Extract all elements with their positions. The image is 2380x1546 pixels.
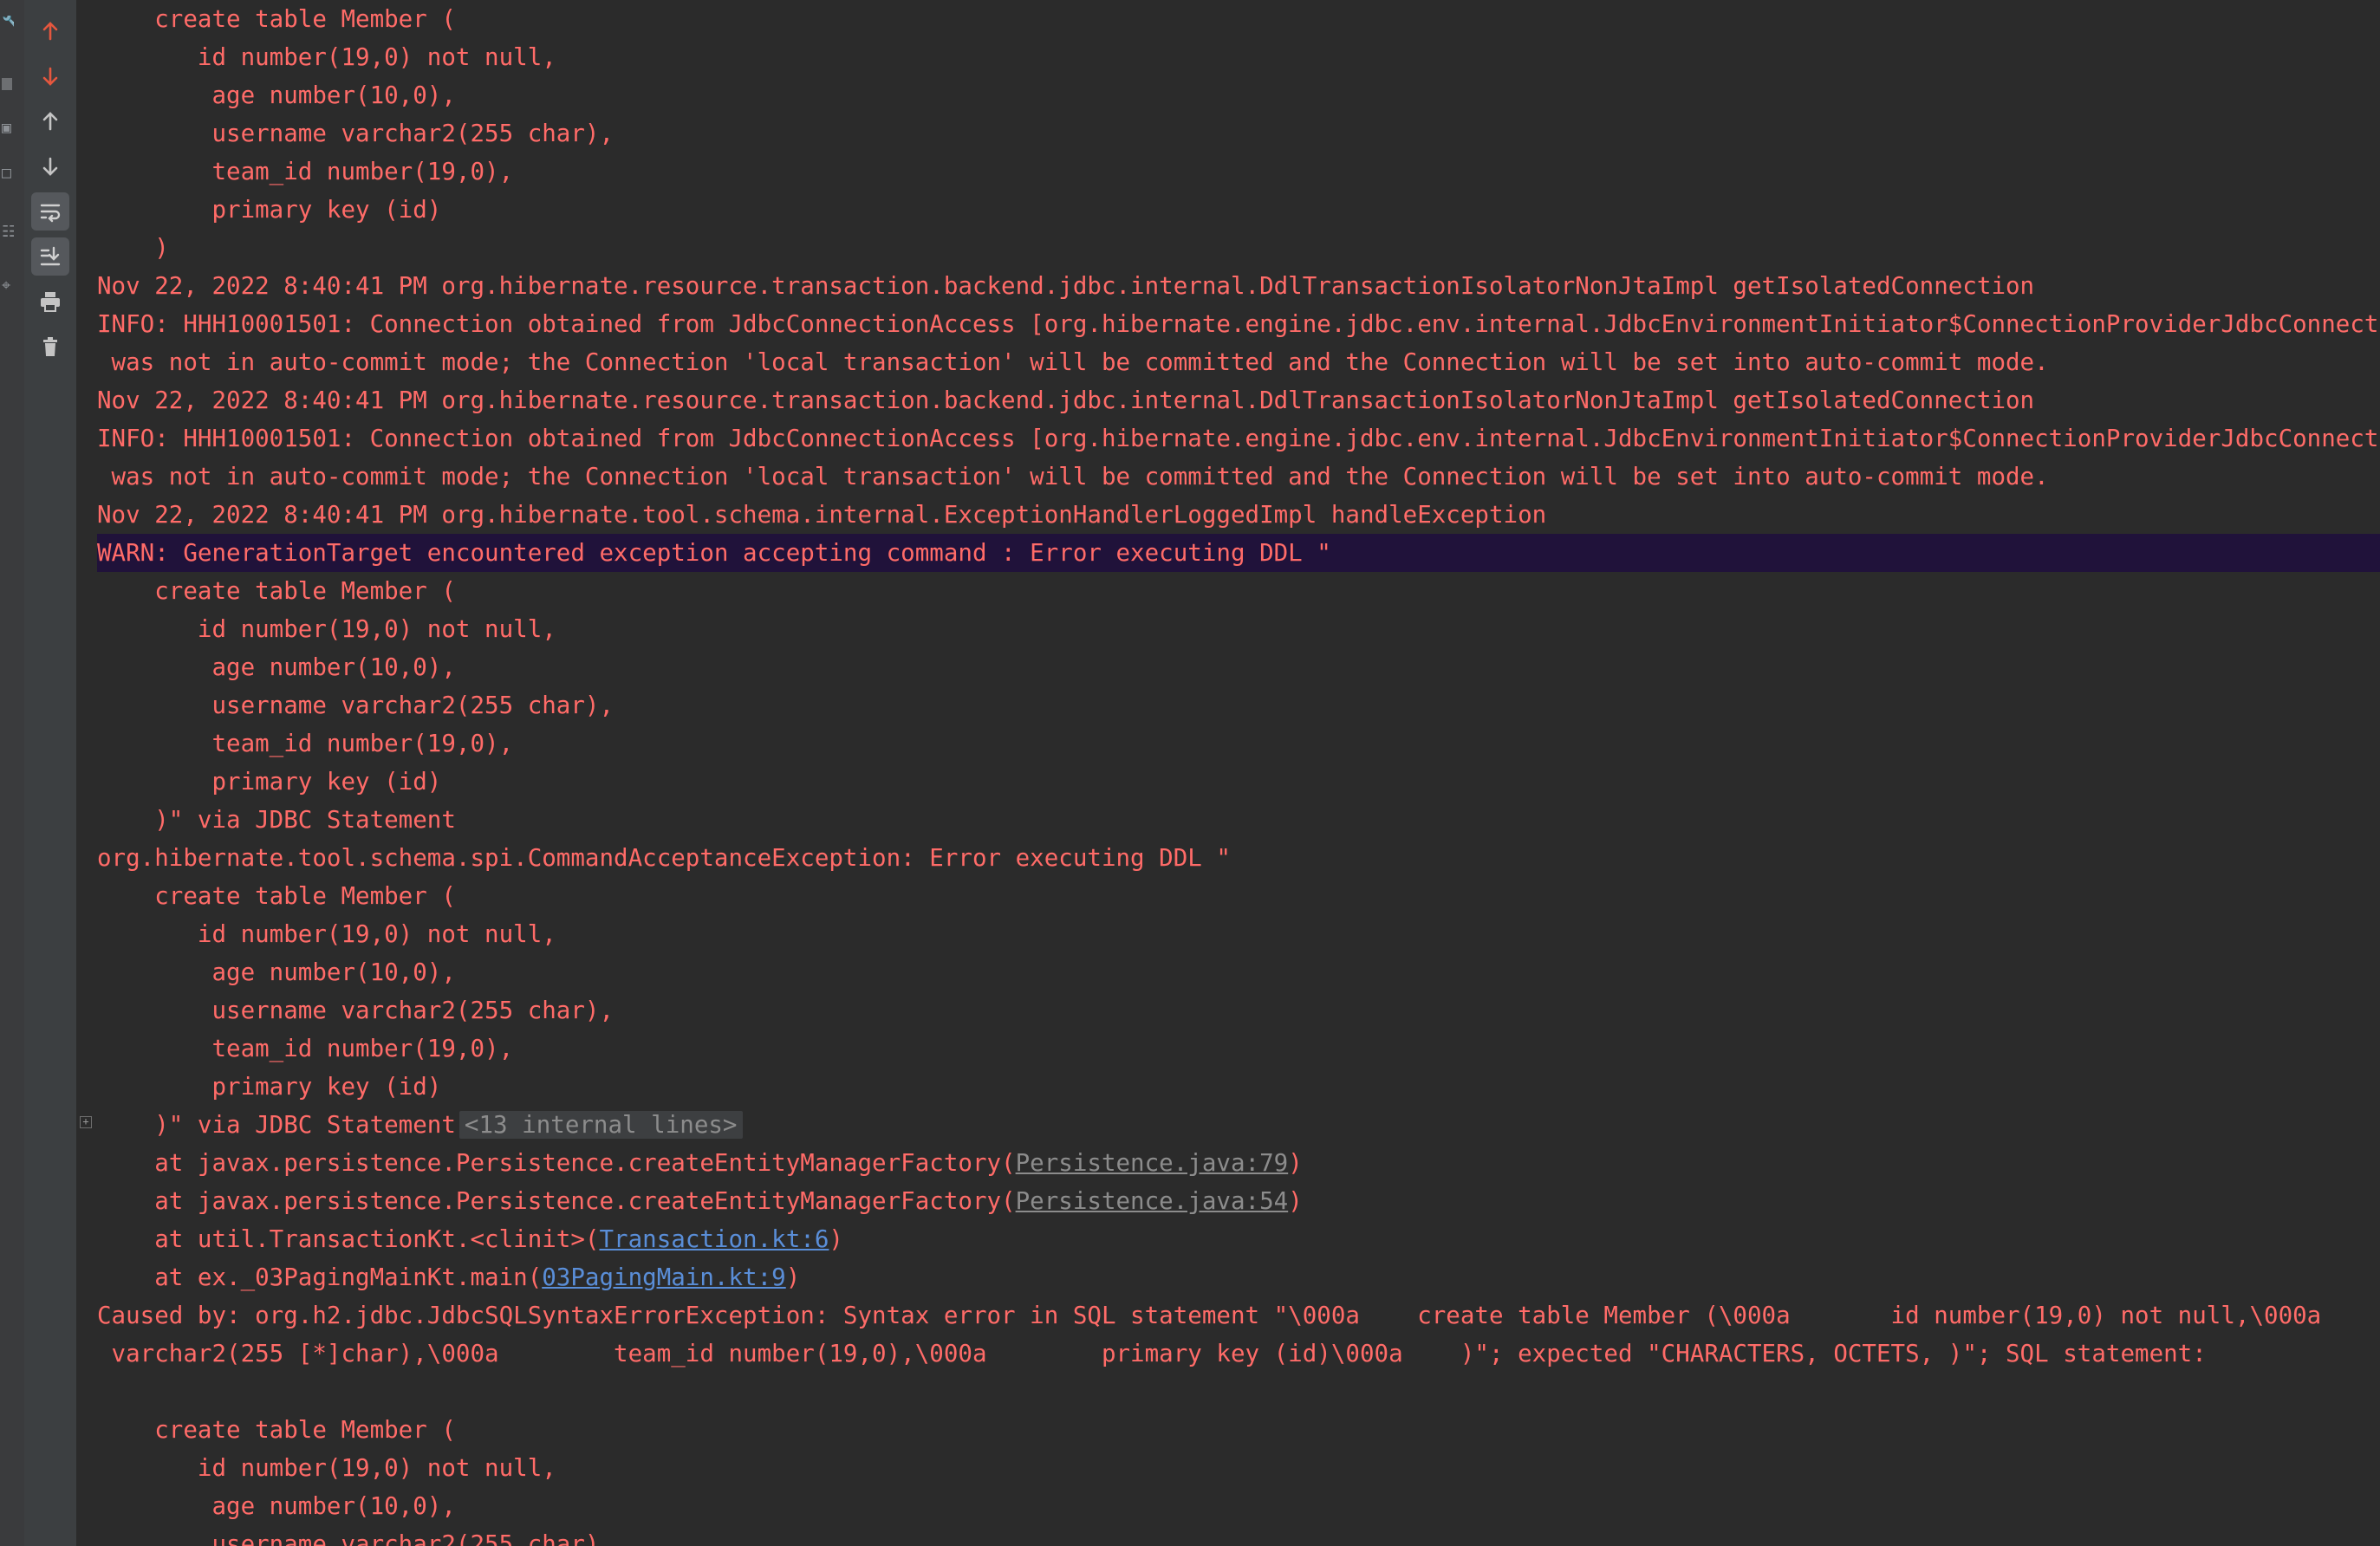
console-gutter (76, 0, 97, 1546)
console-line: id number(19,0) not null, (97, 43, 556, 71)
console-toolbar (24, 0, 78, 1546)
console-line: age number(10,0), (97, 653, 456, 681)
up-stack-frame-icon (42, 22, 58, 41)
warn-line-highlighted: WARN: GenerationTarget encountered excep… (97, 534, 2380, 572)
stack-frame-text: at util.TransactionKt.<clinit>( (97, 1225, 600, 1253)
up-arrow-icon (42, 112, 58, 131)
stack-frame-text: at javax.persistence.Persistence.createE… (97, 1187, 1016, 1215)
console-line: id number(19,0) not null, (97, 1454, 556, 1482)
camera-icon[interactable]: ▣ (2, 121, 14, 135)
internal-lines-fold[interactable]: <13 internal lines> (458, 1111, 743, 1139)
console-line: org.hibernate.tool.schema.spi.CommandAcc… (97, 844, 1231, 872)
console-line: username varchar2(255 char), (97, 120, 615, 147)
caused-by-line: Caused by: org.h2.jdbc.JdbcSQLSyntaxErro… (97, 1302, 2322, 1329)
console-line: create table Member ( (97, 882, 456, 910)
stop-icon[interactable] (2, 78, 12, 90)
source-link[interactable]: Persistence.java:79 (1016, 1149, 1289, 1177)
soft-wrap-button[interactable] (31, 192, 69, 231)
print-button[interactable] (31, 283, 69, 321)
console-line: id number(19,0) not null, (97, 615, 556, 643)
console-line: varchar2(255 [*]char),\000a team_id numb… (97, 1340, 2207, 1367)
console-line: ) (97, 234, 169, 262)
tool-window-strip: 🔧 ▣ □ ☷ ⌖ (0, 0, 25, 1546)
console-line: create table Member ( (97, 577, 456, 605)
console-line: create table Member ( (97, 5, 456, 33)
console-line: username varchar2(255 char), (97, 692, 615, 719)
expand-internal-lines-icon[interactable]: + (80, 1116, 92, 1128)
scroll-to-end-icon (40, 246, 61, 266)
clear-all-button[interactable] (31, 328, 69, 366)
stack-frame-text: at javax.persistence.Persistence.createE… (97, 1149, 1016, 1177)
wrench-icon[interactable]: 🔧 (2, 16, 14, 29)
up-stack-frame-button[interactable] (31, 12, 69, 50)
console-output[interactable]: create table Member ( id number(19,0) no… (97, 0, 2380, 1546)
stack-frame-text: at ex._03PagingMainKt.main( (97, 1263, 543, 1291)
scroll-to-end-button[interactable] (31, 237, 69, 276)
console-line: primary key (id) (97, 1073, 442, 1101)
console-line: age number(10,0), (97, 81, 456, 109)
trash-icon (43, 337, 57, 356)
console-line: id number(19,0) not null, (97, 920, 556, 948)
console-line: was not in auto-commit mode; the Connect… (97, 463, 2049, 490)
soft-wrap-icon (40, 204, 61, 223)
stack-frame-line: at javax.persistence.Persistence.createE… (97, 1144, 1303, 1182)
stack-frame-line: at javax.persistence.Persistence.createE… (97, 1182, 1303, 1220)
source-link[interactable]: 03PagingMain.kt:9 (542, 1263, 785, 1291)
next-occurrence-button[interactable] (31, 147, 69, 185)
console-line: age number(10,0), (97, 1492, 456, 1520)
console-line: age number(10,0), (97, 958, 456, 986)
down-stack-frame-button[interactable] (31, 57, 69, 95)
source-link[interactable]: Transaction.kt:6 (599, 1225, 829, 1253)
down-arrow-icon (42, 157, 58, 176)
console-line: Nov 22, 2022 8:40:41 PM org.hibernate.re… (97, 272, 2035, 300)
stack-frame-suffix: ) (829, 1225, 843, 1253)
console-line: primary key (id) (97, 768, 442, 796)
console-line: team_id number(19,0), (97, 1035, 514, 1062)
stack-frame-line: at ex._03PagingMainKt.main(03PagingMain.… (97, 1258, 800, 1296)
console-line: INFO: HHH10001501: Connection obtained f… (97, 310, 2380, 338)
down-stack-frame-icon (42, 67, 58, 86)
stack-frame-suffix: ) (1288, 1149, 1303, 1177)
print-icon (41, 292, 60, 312)
stack-frame-line: at util.TransactionKt.<clinit>(Transacti… (97, 1220, 843, 1258)
console-line-text: )" via JDBC Statement (97, 1111, 456, 1139)
run-console-window: 🔧 ▣ □ ☷ ⌖ + create table Member (id num… (0, 0, 2380, 1546)
console-line: INFO: HHH10001501: Connection obtained f… (97, 425, 2380, 452)
console-line-with-fold: )" via JDBC Statement <13 internal lines> (97, 1106, 743, 1144)
console-line: Nov 22, 2022 8:40:41 PM org.hibernate.to… (97, 501, 1547, 529)
stack-frame-suffix: ) (1288, 1187, 1303, 1215)
console-line: Nov 22, 2022 8:40:41 PM org.hibernate.re… (97, 386, 2035, 414)
stack-frame-suffix: ) (785, 1263, 801, 1291)
console-line: username varchar2(255 char), (97, 997, 615, 1024)
previous-occurrence-button[interactable] (31, 102, 69, 140)
restore-layout-icon[interactable]: □ (2, 166, 14, 180)
layout-icon[interactable]: ☷ (2, 225, 14, 239)
console-line: was not in auto-commit mode; the Connect… (97, 348, 2049, 376)
console-line: )" via JDBC Statement (97, 806, 456, 834)
source-link[interactable]: Persistence.java:54 (1016, 1187, 1289, 1215)
console-line: team_id number(19,0), (97, 730, 514, 757)
console-line: primary key (id) (97, 196, 442, 224)
console-line: username varchar2(255 char) (97, 1530, 600, 1546)
console-line: create table Member ( (97, 1416, 456, 1444)
console-line: team_id number(19,0), (97, 158, 514, 185)
pin-icon[interactable]: ⌖ (2, 279, 14, 293)
